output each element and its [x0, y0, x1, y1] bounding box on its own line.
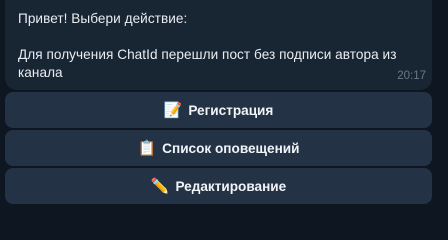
notifications-list-button[interactable]: 📋 Список оповещений — [5, 130, 432, 166]
message-text-line: канала — [18, 65, 63, 80]
message-text-line: Привет! Выбери действие: — [18, 11, 188, 26]
register-button[interactable]: 📝 Регистрация — [5, 92, 432, 128]
message-text-line: Для получения ChatId перешли пост без по… — [18, 47, 397, 62]
clipboard-icon: 📋 — [137, 139, 157, 157]
message-bubble: Привет! Выбери действие: Для получения C… — [5, 0, 432, 90]
message-timestamp: 20:17 — [397, 70, 426, 82]
notifications-list-button-label: Список оповещений — [162, 140, 300, 156]
memo-icon: 📝 — [163, 101, 183, 119]
edit-button[interactable]: ✏️ Редактирование — [5, 168, 432, 204]
chat-view: Привет! Выбери действие: Для получения C… — [0, 0, 448, 207]
edit-button-label: Редактирование — [175, 178, 287, 194]
pencil-icon: ✏️ — [150, 177, 170, 195]
register-button-label: Регистрация — [188, 102, 274, 118]
